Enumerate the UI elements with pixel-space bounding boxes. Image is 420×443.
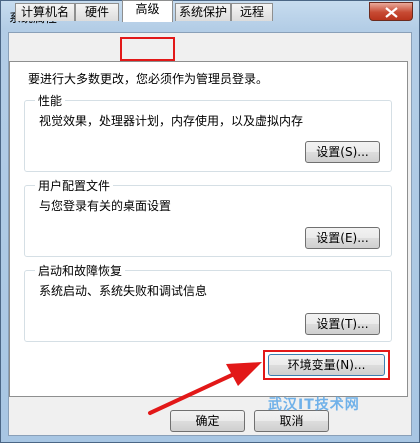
red-arrow-annotation xyxy=(148,362,262,415)
watermark: 武汉IT技术网 xyxy=(268,397,360,413)
tab-highlight-box xyxy=(120,37,175,61)
ok-button[interactable]: 确定 xyxy=(170,410,245,432)
tab-advanced[interactable]: 高级 xyxy=(122,0,173,22)
